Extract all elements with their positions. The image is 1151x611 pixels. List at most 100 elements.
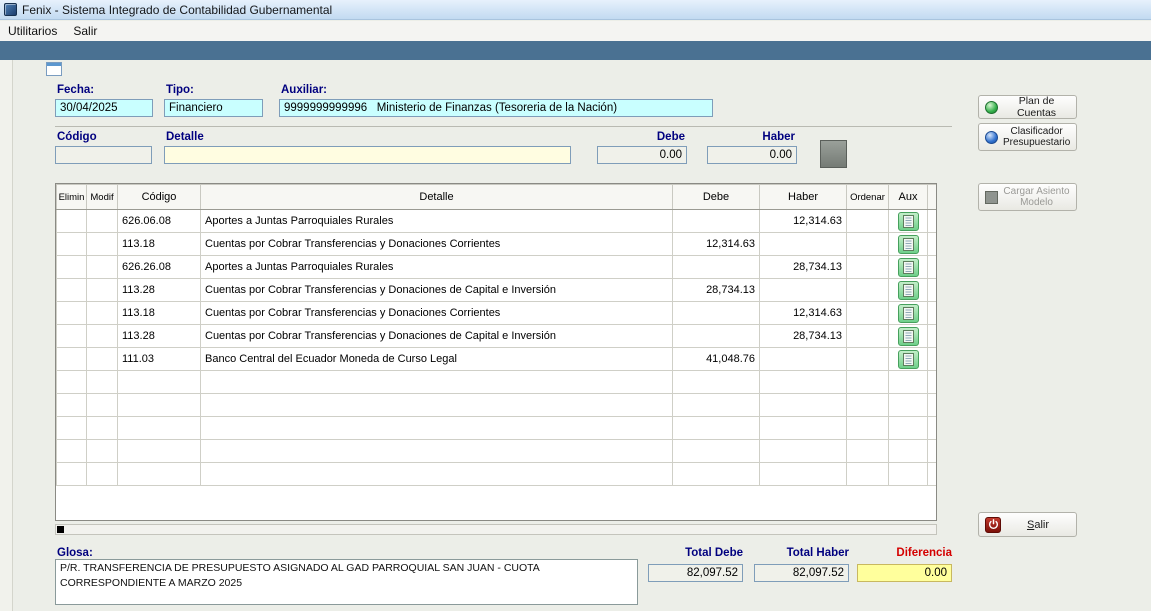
ordenar-cell[interactable] bbox=[847, 302, 889, 325]
note-icon bbox=[903, 215, 914, 228]
codigo-cell[interactable]: 113.18 bbox=[118, 302, 201, 325]
aux-button[interactable] bbox=[898, 212, 919, 231]
empty-row bbox=[57, 417, 937, 440]
haber-cell[interactable]: 28,734.13 bbox=[760, 256, 847, 279]
entry-row: 113.28Cuentas por Cobrar Transferencias … bbox=[57, 279, 937, 302]
debe-input[interactable] bbox=[597, 146, 687, 164]
new-document-button[interactable] bbox=[46, 62, 66, 80]
plan-de-cuentas-button[interactable]: Plan de Cuentas bbox=[978, 95, 1077, 119]
aux-cell[interactable] bbox=[889, 302, 928, 325]
detalle-cell[interactable]: Cuentas por Cobrar Transferencias y Dona… bbox=[201, 302, 673, 325]
glosa-textarea[interactable]: P/R. TRANSFERENCIA DE PRESUPUESTO ASIGNA… bbox=[55, 559, 638, 605]
aux-cell[interactable] bbox=[889, 325, 928, 348]
aux-button[interactable] bbox=[898, 235, 919, 254]
debe-cell bbox=[673, 394, 760, 417]
horizontal-scrollbar[interactable] bbox=[55, 524, 937, 535]
debe-cell[interactable]: 41,048.76 bbox=[673, 348, 760, 371]
filler-cell bbox=[928, 256, 937, 279]
detalle-cell[interactable]: Cuentas por Cobrar Transferencias y Dona… bbox=[201, 279, 673, 302]
codigo-cell[interactable]: 626.26.08 bbox=[118, 256, 201, 279]
codigo-cell[interactable]: 113.28 bbox=[118, 279, 201, 302]
menu-salir[interactable]: Salir bbox=[65, 21, 105, 41]
cargar-asiento-modelo-button[interactable]: Cargar Asiento Modelo bbox=[978, 183, 1077, 211]
elimin-cell[interactable] bbox=[57, 348, 87, 371]
aux-button[interactable] bbox=[898, 258, 919, 277]
debe-cell[interactable] bbox=[673, 302, 760, 325]
fecha-input[interactable] bbox=[55, 99, 153, 117]
modif-cell[interactable] bbox=[87, 233, 118, 256]
codigo-cell[interactable]: 113.18 bbox=[118, 233, 201, 256]
modif-cell[interactable] bbox=[87, 302, 118, 325]
detalle-cell[interactable]: Aportes a Juntas Parroquiales Rurales bbox=[201, 256, 673, 279]
gray-square-icon bbox=[985, 191, 998, 204]
haber-cell[interactable]: 12,314.63 bbox=[760, 302, 847, 325]
detalle-cell[interactable]: Cuentas por Cobrar Transferencias y Dona… bbox=[201, 325, 673, 348]
aux-button[interactable] bbox=[898, 304, 919, 323]
debe-cell[interactable]: 12,314.63 bbox=[673, 233, 760, 256]
elimin-cell bbox=[57, 463, 87, 486]
codigo-cell[interactable]: 626.06.08 bbox=[118, 210, 201, 233]
clasificador-presupuestario-button[interactable]: Clasificador Presupuestario bbox=[978, 123, 1077, 151]
ordenar-cell[interactable] bbox=[847, 279, 889, 302]
detalle-input[interactable] bbox=[164, 146, 571, 164]
modif-cell bbox=[87, 394, 118, 417]
aux-cell[interactable] bbox=[889, 233, 928, 256]
debe-cell[interactable] bbox=[673, 325, 760, 348]
auxiliar-input[interactable] bbox=[279, 99, 713, 117]
detalle-cell[interactable]: Aportes a Juntas Parroquiales Rurales bbox=[201, 210, 673, 233]
haber-cell[interactable]: 28,734.13 bbox=[760, 325, 847, 348]
filler-cell bbox=[928, 440, 937, 463]
elimin-cell[interactable] bbox=[57, 233, 87, 256]
aux-cell[interactable] bbox=[889, 256, 928, 279]
modif-cell bbox=[87, 371, 118, 394]
haber-input[interactable] bbox=[707, 146, 797, 164]
tipo-input[interactable] bbox=[164, 99, 263, 117]
debe-cell[interactable] bbox=[673, 210, 760, 233]
haber-cell[interactable] bbox=[760, 233, 847, 256]
aux-cell bbox=[889, 394, 928, 417]
haber-cell[interactable] bbox=[760, 348, 847, 371]
elimin-cell[interactable] bbox=[57, 279, 87, 302]
debe-cell[interactable]: 28,734.13 bbox=[673, 279, 760, 302]
filler-cell bbox=[928, 371, 937, 394]
elimin-cell[interactable] bbox=[57, 256, 87, 279]
ordenar-cell[interactable] bbox=[847, 233, 889, 256]
aux-button[interactable] bbox=[898, 327, 919, 346]
ordenar-cell[interactable] bbox=[847, 210, 889, 233]
elimin-cell[interactable] bbox=[57, 302, 87, 325]
modif-cell[interactable] bbox=[87, 325, 118, 348]
modif-cell[interactable] bbox=[87, 256, 118, 279]
aux-button[interactable] bbox=[898, 281, 919, 300]
aux-button[interactable] bbox=[898, 350, 919, 369]
haber-cell[interactable]: 12,314.63 bbox=[760, 210, 847, 233]
modif-cell bbox=[87, 463, 118, 486]
entry-row: 626.26.08Aportes a Juntas Parroquiales R… bbox=[57, 256, 937, 279]
elimin-cell bbox=[57, 440, 87, 463]
elimin-cell[interactable] bbox=[57, 210, 87, 233]
detalle-cell[interactable]: Cuentas por Cobrar Transferencias y Dona… bbox=[201, 233, 673, 256]
entry-action-button[interactable] bbox=[820, 140, 847, 168]
menu-utilitarios[interactable]: Utilitarios bbox=[0, 21, 65, 41]
detalle-cell[interactable]: Banco Central del Ecuador Moneda de Curs… bbox=[201, 348, 673, 371]
entry-row: 113.28Cuentas por Cobrar Transferencias … bbox=[57, 325, 937, 348]
aux-cell[interactable] bbox=[889, 210, 928, 233]
salir-button[interactable]: Salir bbox=[978, 512, 1077, 537]
codigo-cell[interactable]: 111.03 bbox=[118, 348, 201, 371]
filler-cell bbox=[928, 302, 937, 325]
note-icon bbox=[903, 238, 914, 251]
haber-cell[interactable] bbox=[760, 279, 847, 302]
modif-cell[interactable] bbox=[87, 210, 118, 233]
ordenar-cell[interactable] bbox=[847, 325, 889, 348]
aux-cell[interactable] bbox=[889, 348, 928, 371]
debe-cell[interactable] bbox=[673, 256, 760, 279]
aux-cell[interactable] bbox=[889, 279, 928, 302]
codigo-input[interactable] bbox=[55, 146, 152, 164]
codigo-cell[interactable]: 113.28 bbox=[118, 325, 201, 348]
elimin-cell[interactable] bbox=[57, 325, 87, 348]
ordenar-cell[interactable] bbox=[847, 348, 889, 371]
glosa-label: Glosa: bbox=[57, 547, 93, 559]
ordenar-cell[interactable] bbox=[847, 256, 889, 279]
scrollbar-thumb[interactable] bbox=[57, 526, 64, 533]
modif-cell[interactable] bbox=[87, 279, 118, 302]
modif-cell[interactable] bbox=[87, 348, 118, 371]
